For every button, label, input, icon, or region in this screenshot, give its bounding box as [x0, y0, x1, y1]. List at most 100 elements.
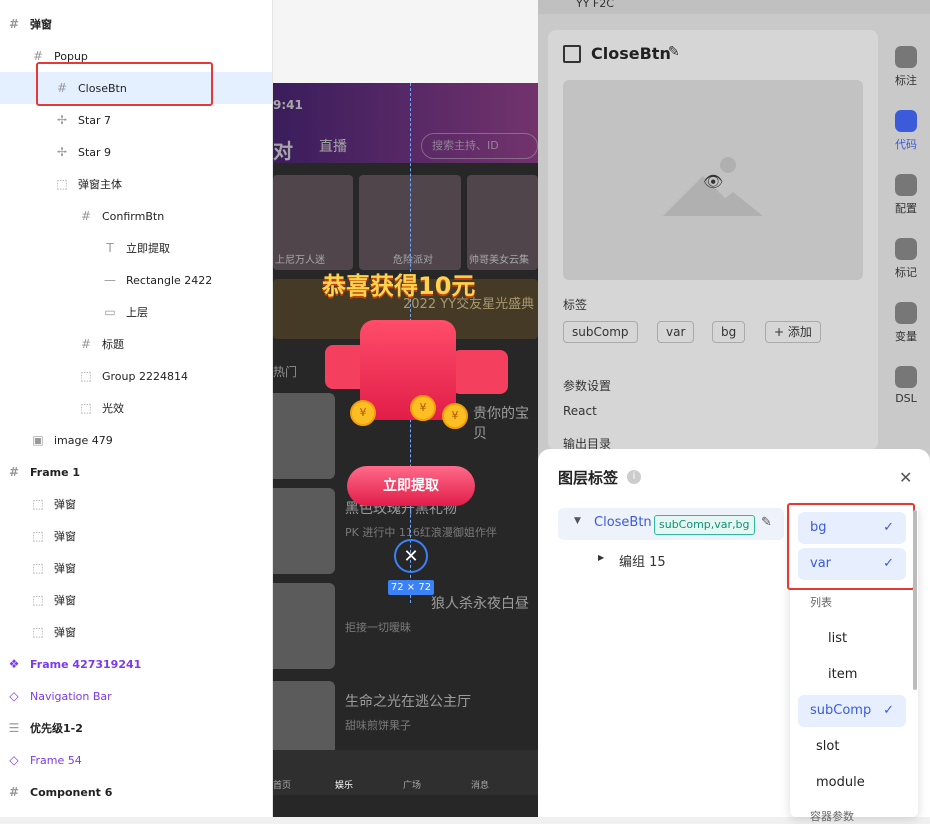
layer-item[interactable]: ⬚ 弹窗 — [0, 520, 272, 552]
frame-icon: # — [8, 785, 20, 799]
nav-plaza[interactable]: 广场 — [403, 778, 421, 791]
layer-item[interactable]: ⬚ 弹窗 — [0, 488, 272, 520]
layer-item[interactable]: ◇ Navigation Bar — [0, 680, 272, 712]
layer-item[interactable]: ⬚ 弹窗主体 — [0, 168, 272, 200]
layer-item[interactable]: ✢ Star 7 — [0, 104, 272, 136]
side-nav-label: 配置 — [895, 202, 917, 215]
caret-right-icon[interactable]: ▶ — [598, 553, 604, 562]
component-icon: ❖ — [8, 657, 20, 671]
layer-item[interactable]: ▣ image 479 — [0, 424, 272, 456]
popup-overlay — [273, 83, 538, 817]
layers-panel: # 弹窗 # Popup # CloseBtn ✢ Star 7 ✢ Star 9 ⬚ 弹窗主体 # Co… — [0, 0, 273, 817]
layer-item[interactable]: ⬚ Group 2224814 — [0, 360, 272, 392]
option-module[interactable]: module — [798, 767, 906, 799]
layer-label: ConfirmBtn — [102, 209, 165, 223]
option-list[interactable]: list — [798, 623, 906, 655]
params-label: 参数设置 — [563, 379, 612, 393]
layer-item[interactable]: T 立即提取 — [0, 232, 272, 264]
close-icon[interactable]: ✕ — [899, 468, 912, 487]
edit-icon[interactable]: ✎ — [668, 44, 680, 60]
layer-label: 弹窗 — [54, 594, 76, 607]
layer-item[interactable]: ⬚ 弹窗 — [0, 552, 272, 584]
tree-node-name: CloseBtn — [594, 515, 652, 530]
layer-label: Star 9 — [78, 145, 112, 159]
instance-icon: ◇ — [9, 689, 19, 703]
side-nav-item[interactable]: 标记 — [882, 238, 930, 280]
inspector-topbar: YY F2C — [538, 0, 930, 14]
coin-icon: ¥ — [350, 400, 376, 426]
option-slot[interactable]: slot — [798, 731, 906, 763]
layer-label: Popup — [54, 49, 88, 63]
close-button[interactable]: ✕ — [394, 539, 428, 573]
side-nav-label: 标注 — [895, 74, 917, 87]
side-nav-item[interactable]: 变量 — [882, 302, 930, 344]
red-envelope — [360, 320, 456, 420]
list-icon: ☰ — [8, 721, 20, 735]
component-name: CloseBtn — [591, 44, 671, 63]
add-tag-button[interactable]: + 添加 — [765, 321, 821, 343]
layer-item[interactable]: ☰ 优先级1-2 — [0, 712, 272, 744]
layer-item[interactable]: ⬚ 光效 — [0, 392, 272, 424]
group-icon: ⬚ — [56, 177, 68, 191]
group-label: 容器参数 — [810, 810, 854, 823]
layer-label: 弹窗 — [30, 18, 52, 31]
check-icon: ✓ — [883, 703, 894, 718]
layer-item[interactable]: # Component 6 — [0, 776, 272, 808]
dropdown-scrollbar[interactable] — [913, 510, 917, 690]
rect-icon: ▭ — [104, 305, 116, 319]
option-item[interactable]: item — [798, 659, 906, 691]
option-subcomp[interactable]: subComp ✓ — [798, 695, 906, 727]
layer-label: Frame 427319241 — [30, 657, 142, 671]
close-icon: ✕ — [403, 545, 419, 567]
side-nav-item[interactable]: DSL — [882, 366, 930, 405]
layer-item[interactable]: # ConfirmBtn — [0, 200, 272, 232]
option-label: item — [828, 667, 858, 682]
layer-label: 上层 — [126, 306, 148, 319]
side-nav-item[interactable]: 代码 — [882, 110, 930, 152]
layer-label: 优先级1-2 — [30, 722, 83, 735]
tag-var[interactable]: var — [657, 321, 695, 343]
layer-label: 弹窗主体 — [78, 178, 122, 191]
frame-icon: # — [32, 49, 44, 63]
nav-icon — [895, 238, 917, 260]
image-icon: ▣ — [32, 433, 44, 447]
coin-icon: ¥ — [442, 403, 468, 429]
nav-icon — [895, 366, 917, 388]
side-nav-item[interactable]: 标注 — [882, 46, 930, 88]
nav-home[interactable]: 首页 — [273, 778, 291, 791]
layer-item[interactable]: # 弹窗 — [0, 8, 272, 40]
group-icon: ⬚ — [32, 529, 44, 543]
layer-label: 弹窗 — [54, 530, 76, 543]
claim-button[interactable]: 立即提取 — [347, 466, 475, 506]
frame-icon: # — [80, 209, 92, 223]
layer-item[interactable]: ◇ Frame 54 — [0, 744, 272, 776]
framework-value[interactable]: React — [563, 404, 597, 418]
eye-icon[interactable]: 👁 — [703, 172, 723, 191]
nav-entertainment[interactable]: 娱乐 — [335, 778, 353, 791]
caret-down-icon[interactable]: ▼ — [574, 516, 581, 526]
app-title: YY F2C — [576, 0, 614, 10]
layer-item[interactable]: ▭ 上层 — [0, 296, 272, 328]
coin-icon: ¥ — [410, 395, 436, 421]
phone-bottom-nav: 首页 娱乐 广场 消息 — [273, 750, 538, 795]
layer-item[interactable]: — Rectangle 2422 — [0, 264, 272, 296]
layer-item[interactable]: # Frame 1 — [0, 456, 272, 488]
popup-title: 恭喜获得10元 — [322, 272, 476, 300]
layer-item[interactable]: ⬚ 弹窗 — [0, 616, 272, 648]
layer-item[interactable]: ❖ Frame 427319241 — [0, 648, 272, 680]
layer-item[interactable]: ⬚ 弹窗 — [0, 584, 272, 616]
nav-messages[interactable]: 消息 — [471, 778, 489, 791]
layer-item[interactable]: # 标题 — [0, 328, 272, 360]
tag-bg[interactable]: bg — [712, 321, 746, 343]
info-icon[interactable]: i — [627, 470, 641, 484]
tree-node-child[interactable]: 编组 15 — [619, 551, 666, 570]
layer-item[interactable]: ✢ Star 9 — [0, 136, 272, 168]
modal-title: 图层标签 — [558, 469, 619, 487]
tag-subcomp[interactable]: subComp — [563, 321, 638, 343]
frame-icon: # — [8, 465, 20, 479]
component-icon — [563, 45, 581, 63]
text-icon: T — [106, 241, 114, 255]
edit-icon[interactable]: ✎ — [761, 515, 772, 530]
side-nav-item[interactable]: 配置 — [882, 174, 930, 216]
frame-icon: # — [8, 17, 20, 31]
